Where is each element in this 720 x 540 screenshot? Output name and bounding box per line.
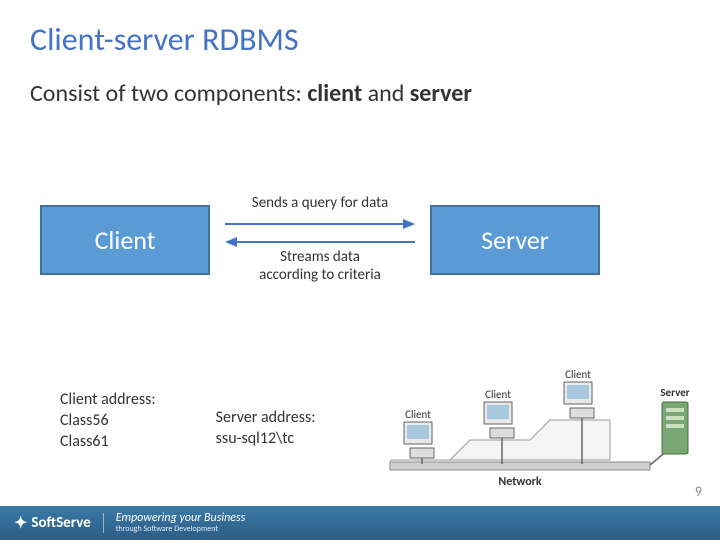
page-number: 9 [695,483,702,500]
page-title: Client-server RDBMS [0,0,720,59]
arrow-bottom-line2: according to criteria [215,266,425,284]
client-computer-icon [484,402,514,438]
client2-label: Client [485,388,511,401]
client-address-line2: Class61 [60,432,156,453]
subtitle-mid: and [362,79,410,108]
subtitle-client: client [307,79,362,108]
arrow-top-label: Sends a query for data [215,194,425,212]
server-address-block: Server address: ssu-sql12\tc [216,408,316,452]
footer-tagline: Empowering your Business through Softwar… [116,512,246,534]
server-address-heading: Server address: [216,408,316,429]
client-address-heading: Client address: [60,390,156,411]
client-computer-icon [564,382,594,418]
subtitle-server: server [410,79,472,108]
server-fig-label: Server [660,386,689,399]
arrow-area: Sends a query for data Streams data acco… [215,190,425,300]
network-label: Network [498,475,542,489]
footer-logo: ✦ SoftServe [14,513,91,533]
logo-icon: ✦ [14,513,27,533]
client-address-line1: Class56 [60,411,156,432]
arrow-bottom-label: Streams data according to criteria [215,248,425,284]
arrow-left-icon [225,235,415,249]
server-box: Server [430,205,600,275]
client-address-block: Client address: Class56 Class61 [60,390,156,452]
server-address-line1: ssu-sql12\tc [216,429,316,450]
arrow-right-icon [225,217,415,231]
footer: ✦ SoftServe Empowering your Business thr… [0,506,720,540]
client1-label: Client [405,408,431,421]
arrow-bottom-line1: Streams data [215,248,425,266]
client-computer-icon [404,422,434,458]
client-box: Client [40,205,210,275]
network-figure: Client Client Client Network Serve [380,330,700,490]
subtitle-text: Consist of two components: [30,79,307,108]
brand-name: SoftServe [31,514,90,532]
client3-label: Client [565,368,591,381]
subtitle: Consist of two components: client and se… [0,59,720,108]
tagline-sub: through Software Development [116,525,246,534]
footer-divider [103,513,104,533]
client-server-diagram: Client Server Sends a query for data Str… [40,190,640,310]
addresses: Client address: Class56 Class61 Server a… [60,390,316,452]
server-tower-icon [662,402,688,454]
